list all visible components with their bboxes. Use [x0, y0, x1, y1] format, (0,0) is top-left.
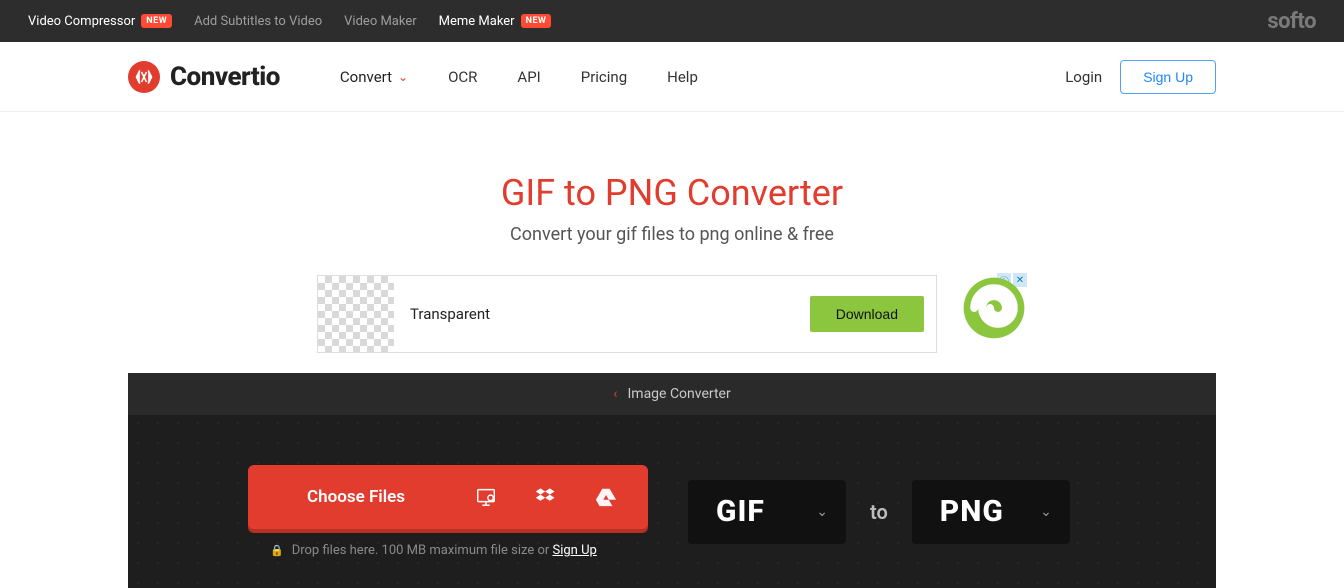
drop-hint-signup-link[interactable]: Sign Up [552, 543, 596, 558]
to-word: to [870, 500, 888, 524]
converter-section: ‹ Image Converter Choose Files [128, 373, 1216, 588]
promo-link-video-maker[interactable]: Video Maker [344, 14, 416, 29]
chevron-down-icon: ⌄ [398, 70, 408, 84]
to-format-label: PNG [940, 494, 1004, 529]
brand[interactable]: Convertio [128, 61, 280, 93]
promo-link-label: Video Maker [344, 14, 416, 29]
ad-container: Transparent Download ⓘ✕ [0, 275, 1344, 373]
nav-items: Convert ⌄ OCR API Pricing Help [340, 68, 698, 86]
format-row: GIF ⌄ to PNG ⌄ [688, 480, 1070, 544]
to-format-select[interactable]: PNG ⌄ [912, 480, 1070, 544]
nav-ocr[interactable]: OCR [448, 68, 477, 86]
ad-logo-spiral[interactable] [961, 275, 1027, 341]
ad-text: Transparent [394, 305, 810, 323]
promo-link-video-compressor[interactable]: Video Compressor NEW [28, 14, 172, 29]
new-badge: NEW [521, 14, 552, 28]
page-subtitle: Convert your gif files to png online & f… [0, 224, 1344, 245]
from-format-label: GIF [716, 494, 765, 529]
ad-download-button[interactable]: Download [810, 296, 924, 332]
ad-card[interactable]: Transparent Download [317, 275, 937, 353]
softo-logo: softo [1267, 9, 1316, 34]
nav-api[interactable]: API [517, 68, 540, 86]
promo-link-label: Video Compressor [28, 14, 135, 29]
breadcrumb[interactable]: ‹ Image Converter [128, 373, 1216, 415]
promo-link-add-subtitles[interactable]: Add Subtitles to Video [194, 14, 322, 29]
breadcrumb-label: Image Converter [627, 386, 730, 402]
nav-help[interactable]: Help [667, 68, 698, 86]
main-nav: Convertio Convert ⌄ OCR API Pricing Help… [0, 42, 1344, 112]
nav-convert[interactable]: Convert ⌄ [340, 68, 408, 86]
choose-files-button[interactable]: Choose Files [248, 465, 648, 529]
google-drive-icon[interactable] [594, 485, 618, 509]
ad-thumbnail [318, 276, 394, 352]
chevron-down-icon: ⌄ [1040, 504, 1052, 520]
converter-body: Choose Files 🔒 Drop files here. 100 [128, 415, 1216, 588]
login-link[interactable]: Login [1065, 68, 1102, 86]
nav-right: Login Sign Up [1065, 60, 1344, 94]
hero: GIF to PNG Converter Convert your gif fi… [0, 112, 1344, 275]
from-format-select[interactable]: GIF ⌄ [688, 480, 846, 544]
new-badge: NEW [141, 14, 172, 28]
brand-text: Convertio [170, 62, 280, 92]
choose-wrap: Choose Files 🔒 Drop files here. 100 [248, 465, 648, 558]
promo-link-label: Meme Maker [439, 14, 515, 29]
page-title: GIF to PNG Converter [0, 172, 1344, 214]
promo-link-meme-maker[interactable]: Meme Maker NEW [439, 14, 552, 29]
lock-icon: 🔒 [270, 544, 284, 557]
nav-item-label: Convert [340, 68, 392, 86]
computer-icon[interactable] [474, 485, 498, 509]
brand-icon [128, 61, 160, 93]
drop-hint: 🔒 Drop files here. 100 MB maximum file s… [248, 543, 648, 558]
promo-bar: Video Compressor NEW Add Subtitles to Vi… [0, 0, 1344, 42]
source-icons [464, 485, 648, 509]
dropbox-icon[interactable] [534, 485, 558, 509]
nav-pricing[interactable]: Pricing [581, 68, 627, 86]
drop-hint-text: Drop files here. 100 MB maximum file siz… [292, 543, 597, 558]
promo-links: Video Compressor NEW Add Subtitles to Vi… [28, 14, 551, 29]
chevron-left-icon: ‹ [613, 386, 617, 402]
chevron-down-icon: ⌄ [816, 504, 828, 520]
promo-link-label: Add Subtitles to Video [194, 14, 322, 29]
signup-button[interactable]: Sign Up [1120, 60, 1216, 94]
choose-files-label: Choose Files [248, 487, 464, 507]
